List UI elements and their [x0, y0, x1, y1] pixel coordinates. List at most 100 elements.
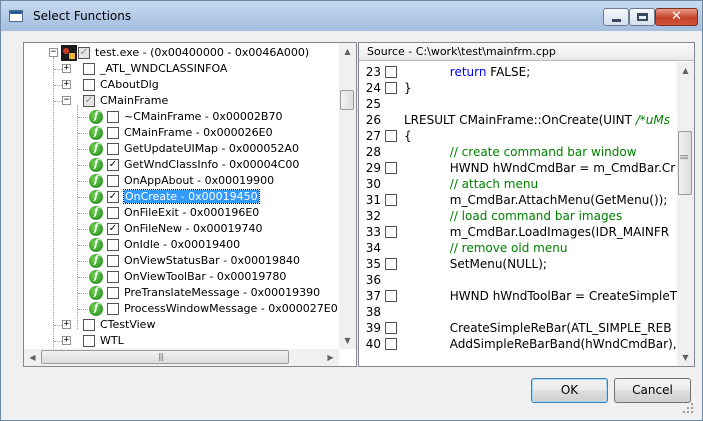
- tree-node[interactable]: f OnAppAbout - 0x00019900: [24, 173, 339, 189]
- tree-checkbox[interactable]: [107, 159, 119, 171]
- line-number: 30: [365, 177, 381, 191]
- scroll-down-arrow-icon[interactable]: ▼: [339, 332, 356, 349]
- function-icon: f: [89, 158, 103, 172]
- tree-node[interactable]: f OnCreate - 0x00019450: [24, 189, 339, 205]
- line-checkbox[interactable]: [385, 130, 397, 142]
- tree-node[interactable]: − CMainFrame: [24, 93, 339, 109]
- tree-vertical-scrollbar[interactable]: ▲ ▼: [339, 43, 356, 349]
- tree-checkbox[interactable]: [107, 255, 119, 267]
- function-icon: f: [89, 190, 103, 204]
- tree-checkbox[interactable]: [107, 239, 119, 251]
- executable-icon: [61, 45, 77, 61]
- function-icon: f: [89, 174, 103, 188]
- tree-checkbox[interactable]: [107, 143, 119, 155]
- cancel-button[interactable]: Cancel: [614, 378, 691, 403]
- tree-node[interactable]: f PreTranslateMessage - 0x00019390: [24, 285, 339, 301]
- size-grip-icon[interactable]: [683, 403, 693, 413]
- tree-checkbox[interactable]: [107, 127, 119, 139]
- line-checkbox[interactable]: [385, 258, 397, 270]
- tree-guide-line: [78, 245, 88, 246]
- line-checkbox[interactable]: [385, 162, 397, 174]
- line-checkbox[interactable]: [385, 82, 397, 94]
- maximize-button[interactable]: [629, 8, 655, 26]
- function-icon: f: [89, 126, 103, 140]
- minimize-button[interactable]: [603, 8, 629, 26]
- expand-expander-icon[interactable]: +: [62, 336, 71, 345]
- line-number: 29: [365, 161, 381, 175]
- function-tree[interactable]: − test.exe - (0x00400000 - 0x0046A000) + _A…: [23, 42, 357, 367]
- scroll-down-arrow-icon[interactable]: ▼: [677, 349, 694, 366]
- line-checkbox[interactable]: [385, 322, 397, 334]
- tree-node-label: OnViewStatusBar - 0x00019840: [124, 254, 301, 267]
- line-checkbox[interactable]: [385, 66, 397, 78]
- source-vertical-scrollbar[interactable]: ▲ ||| ▼: [677, 62, 694, 366]
- tree-checkbox[interactable]: [107, 303, 119, 315]
- scroll-grip-icon: |||: [680, 153, 689, 159]
- close-button[interactable]: ✕: [655, 8, 698, 26]
- function-icon: f: [89, 270, 103, 284]
- tree-node[interactable]: f CMainFrame - 0x000026E0: [24, 125, 339, 141]
- tree-node[interactable]: + CAboutDlg: [24, 77, 339, 93]
- expand-expander-icon[interactable]: +: [62, 64, 71, 73]
- tree-checkbox[interactable]: [83, 319, 95, 331]
- tree-checkbox[interactable]: [107, 287, 119, 299]
- line-number: 40: [365, 337, 381, 351]
- code-text: // attach menu: [404, 177, 539, 191]
- collapse-expander-icon[interactable]: −: [49, 48, 58, 57]
- line-checkbox[interactable]: [385, 290, 397, 302]
- tree-vertical-scroll-thumb[interactable]: [340, 90, 354, 111]
- tree-checkbox[interactable]: [83, 63, 95, 75]
- function-icon: f: [89, 302, 103, 316]
- tree-node[interactable]: f GetUpdateUIMap - 0x000052A0: [24, 141, 339, 157]
- tree-checkbox[interactable]: [107, 207, 119, 219]
- tree-node[interactable]: f OnFileExit - 0x000196E0: [24, 205, 339, 221]
- tree-checkbox[interactable]: [107, 175, 119, 187]
- tree-node[interactable]: + _ATL_WNDCLASSINFOA: [24, 61, 339, 77]
- tree-root-node[interactable]: − test.exe - (0x00400000 - 0x0046A000): [24, 45, 339, 61]
- tree-node[interactable]: f OnIdle - 0x00019400: [24, 237, 339, 253]
- line-checkbox[interactable]: [385, 226, 397, 238]
- code-line: 27 {: [359, 128, 679, 144]
- code-text: SetMenu(NULL);: [404, 257, 547, 271]
- maximize-icon: [637, 13, 648, 21]
- tree-checkbox[interactable]: [83, 335, 95, 347]
- scroll-right-arrow-icon[interactable]: ▶: [322, 349, 339, 366]
- scroll-left-arrow-icon[interactable]: ◀: [24, 349, 41, 366]
- function-icon: f: [89, 110, 103, 124]
- tree-node[interactable]: f ProcessWindowMessage - 0x000027E0: [24, 301, 339, 317]
- collapse-expander-icon[interactable]: −: [62, 96, 71, 105]
- ok-button[interactable]: OK: [531, 378, 608, 403]
- line-checkbox[interactable]: [385, 338, 397, 350]
- tree-checkbox[interactable]: [107, 223, 119, 235]
- tree-node[interactable]: f OnFileNew - 0x00019740: [24, 221, 339, 237]
- tree-node[interactable]: f OnViewToolBar - 0x00019780: [24, 269, 339, 285]
- line-checkbox[interactable]: [385, 194, 397, 206]
- code-text: // load command bar images: [404, 209, 623, 223]
- source-view[interactable]: Source - C:\work\test\mainfrm.cpp 23 ret…: [358, 42, 695, 367]
- code-text: LRESULT CMainFrame::OnCreate(UINT /*uMs: [404, 113, 670, 127]
- tree-checkbox[interactable]: [83, 95, 95, 107]
- function-icon: f: [89, 254, 103, 268]
- expand-expander-icon[interactable]: +: [62, 80, 71, 89]
- tree-node[interactable]: f GetWndClassInfo - 0x00004C00: [24, 157, 339, 173]
- tree-checkbox[interactable]: [107, 111, 119, 123]
- scroll-up-arrow-icon[interactable]: ▲: [677, 62, 694, 79]
- tree-checkbox[interactable]: [107, 191, 119, 203]
- source-vertical-scroll-thumb[interactable]: |||: [678, 130, 692, 195]
- tree-horizontal-scrollbar[interactable]: ◀ ||| ▶: [24, 349, 339, 366]
- tree-node[interactable]: f ~CMainFrame - 0x00002B70: [24, 109, 339, 125]
- tree-checkbox[interactable]: [83, 79, 95, 91]
- tree-node[interactable]: + CTestView: [24, 317, 339, 333]
- code-line: 31 m_CmdBar.AttachMenu(GetMenu());: [359, 192, 679, 208]
- tree-node[interactable]: + WTL: [24, 333, 339, 349]
- title-bar[interactable]: Select Functions ✕: [1, 1, 702, 31]
- scroll-up-arrow-icon[interactable]: ▲: [339, 43, 356, 60]
- tree-checkbox[interactable]: [107, 271, 119, 283]
- expand-expander-icon[interactable]: +: [62, 320, 71, 329]
- tree-guide-line: [78, 117, 88, 118]
- code-line: 26 LRESULT CMainFrame::OnCreate(UINT /*uM…: [359, 112, 679, 128]
- tree-checkbox[interactable]: [78, 47, 90, 59]
- code-line: 33 m_CmdBar.LoadImages(IDR_MAINFR: [359, 224, 679, 240]
- tree-node[interactable]: f OnViewStatusBar - 0x00019840: [24, 253, 339, 269]
- tree-horizontal-scroll-thumb[interactable]: |||: [41, 350, 289, 364]
